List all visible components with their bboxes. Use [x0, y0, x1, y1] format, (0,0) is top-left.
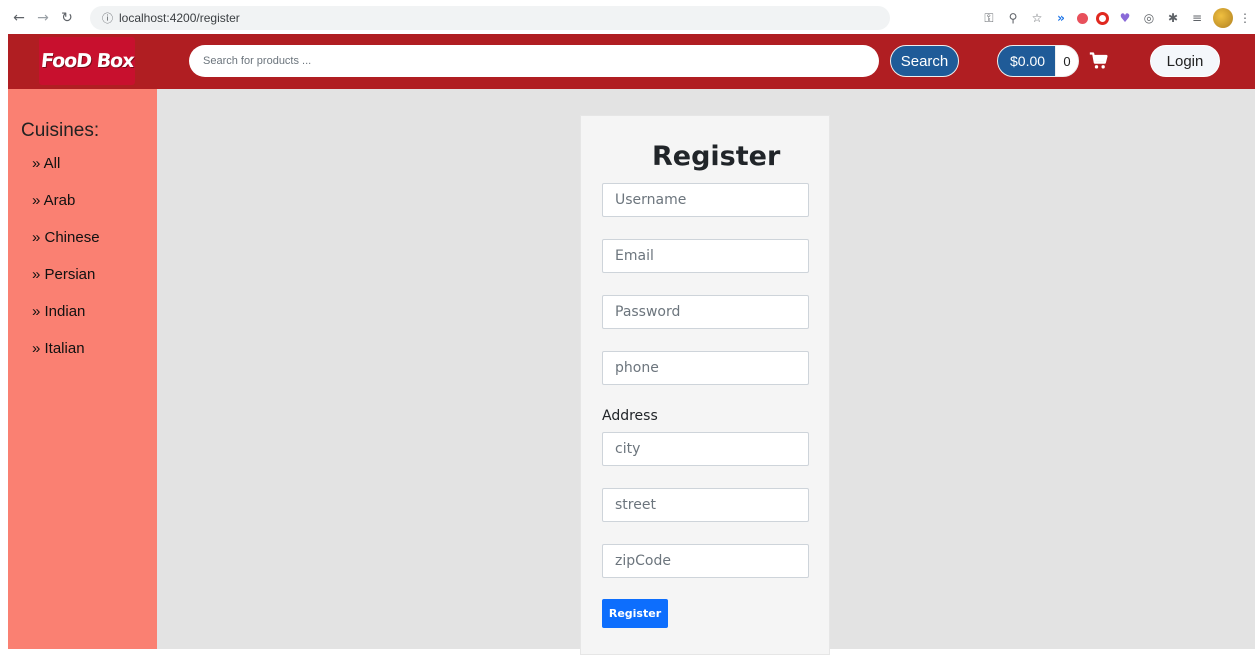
cart-icon[interactable] — [1089, 51, 1109, 71]
search-button[interactable]: Search — [890, 45, 959, 77]
sidebar-item-arab[interactable]: » Arab — [32, 192, 100, 229]
cart-summary[interactable]: $0.00 0 — [997, 45, 1109, 77]
reading-list-icon[interactable]: ≡ — [1189, 10, 1205, 26]
search-input[interactable] — [189, 45, 879, 77]
login-button[interactable]: Login — [1150, 45, 1220, 77]
page-title: Register — [652, 141, 781, 172]
address-bar[interactable]: ⓘ localhost:4200/register — [90, 6, 890, 30]
extension-toolbar: ⚿ ⚲ ☆ » ♥ ◎ ✱ ≡ ⋮ — [981, 8, 1251, 28]
heart-icon[interactable]: ♥ — [1117, 10, 1133, 26]
cart-total: $0.00 — [997, 45, 1057, 77]
address-bar-url: localhost:4200/register — [119, 11, 240, 25]
cuisine-list: » All » Arab » Chinese » Persian » India… — [32, 155, 100, 377]
back-icon[interactable]: ← — [10, 9, 28, 27]
street-field[interactable] — [602, 488, 809, 522]
profile-avatar[interactable] — [1213, 8, 1233, 28]
sidebar-title: Cuisines: — [21, 120, 100, 141]
phone-field[interactable] — [602, 351, 809, 385]
address-label: Address — [602, 408, 658, 424]
key-icon[interactable]: ⚿ — [981, 10, 997, 26]
shield-icon[interactable] — [1077, 12, 1088, 24]
email-field[interactable] — [602, 239, 809, 273]
bookmark-star-icon[interactable]: ☆ — [1029, 10, 1045, 26]
zoom-icon[interactable]: ⚲ — [1005, 10, 1021, 26]
puzzle-icon[interactable]: ✱ — [1165, 10, 1181, 26]
menu-icon[interactable]: ⋮ — [1239, 10, 1251, 26]
extension-icon[interactable]: » — [1053, 10, 1069, 26]
sidebar-item-all[interactable]: » All — [32, 155, 100, 192]
sidebar-item-chinese[interactable]: » Chinese — [32, 229, 100, 266]
logo-text: FooD Box — [39, 50, 135, 72]
logo[interactable]: FooD Box — [39, 37, 135, 85]
sidebar-item-persian[interactable]: » Persian — [32, 266, 100, 303]
reload-icon[interactable]: ↻ — [58, 9, 76, 27]
username-field[interactable] — [602, 183, 809, 217]
cart-count-badge: 0 — [1055, 45, 1080, 77]
extension-icon[interactable]: ◎ — [1141, 10, 1157, 26]
city-field[interactable] — [602, 432, 809, 466]
sidebar-item-indian[interactable]: » Indian — [32, 303, 100, 340]
zipcode-field[interactable] — [602, 544, 809, 578]
password-field[interactable] — [602, 295, 809, 329]
forward-icon[interactable]: → — [34, 9, 52, 27]
app-header: FooD Box Search $0.00 0 Login — [8, 34, 1255, 89]
opera-icon[interactable] — [1096, 11, 1109, 25]
browser-toolbar: ← → ↻ ⓘ localhost:4200/register ⚿ ⚲ ☆ » … — [0, 0, 1255, 36]
site-info-icon[interactable]: ⓘ — [102, 10, 113, 26]
register-button[interactable]: Register — [602, 599, 668, 628]
sidebar-item-italian[interactable]: » Italian — [32, 340, 100, 377]
